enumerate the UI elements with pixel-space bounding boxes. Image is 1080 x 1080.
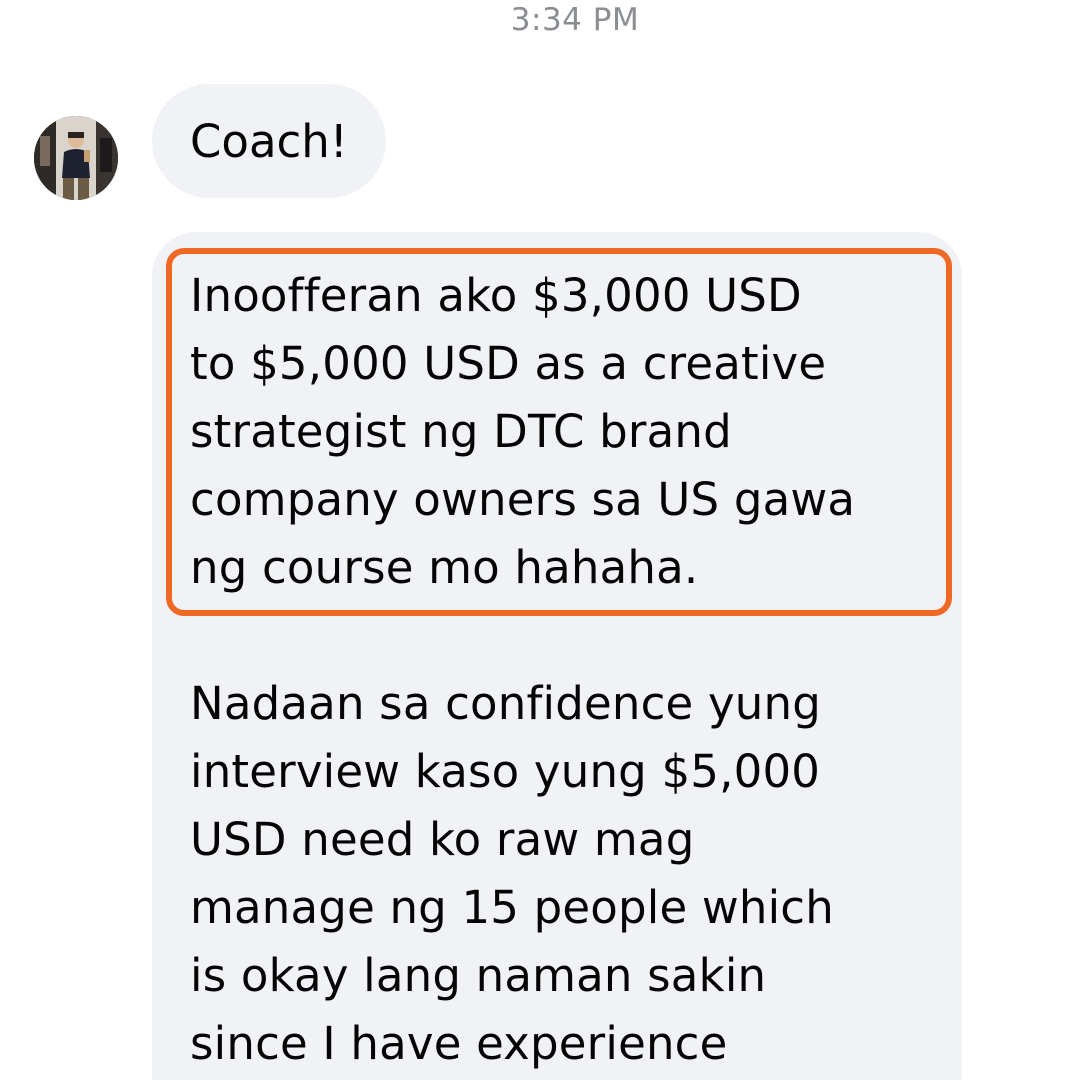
message-timestamp: 3:34 PM: [510, 2, 640, 38]
message-paragraph-2: Nadaan sa confidence yung interview kaso…: [190, 677, 834, 1070]
message-bubble-coach[interactable]: Coach!: [152, 84, 386, 198]
message-paragraph-highlighted: Inoofferan ako $3,000 USD to $5,000 USD …: [190, 269, 856, 594]
sender-avatar[interactable]: [34, 116, 118, 200]
avatar-photo-icon: [34, 116, 118, 200]
message-text: Coach!: [190, 114, 348, 168]
chat-thread: 3:34 PM Coach! Inoofferan ako $3,000 USD…: [0, 0, 1080, 1080]
